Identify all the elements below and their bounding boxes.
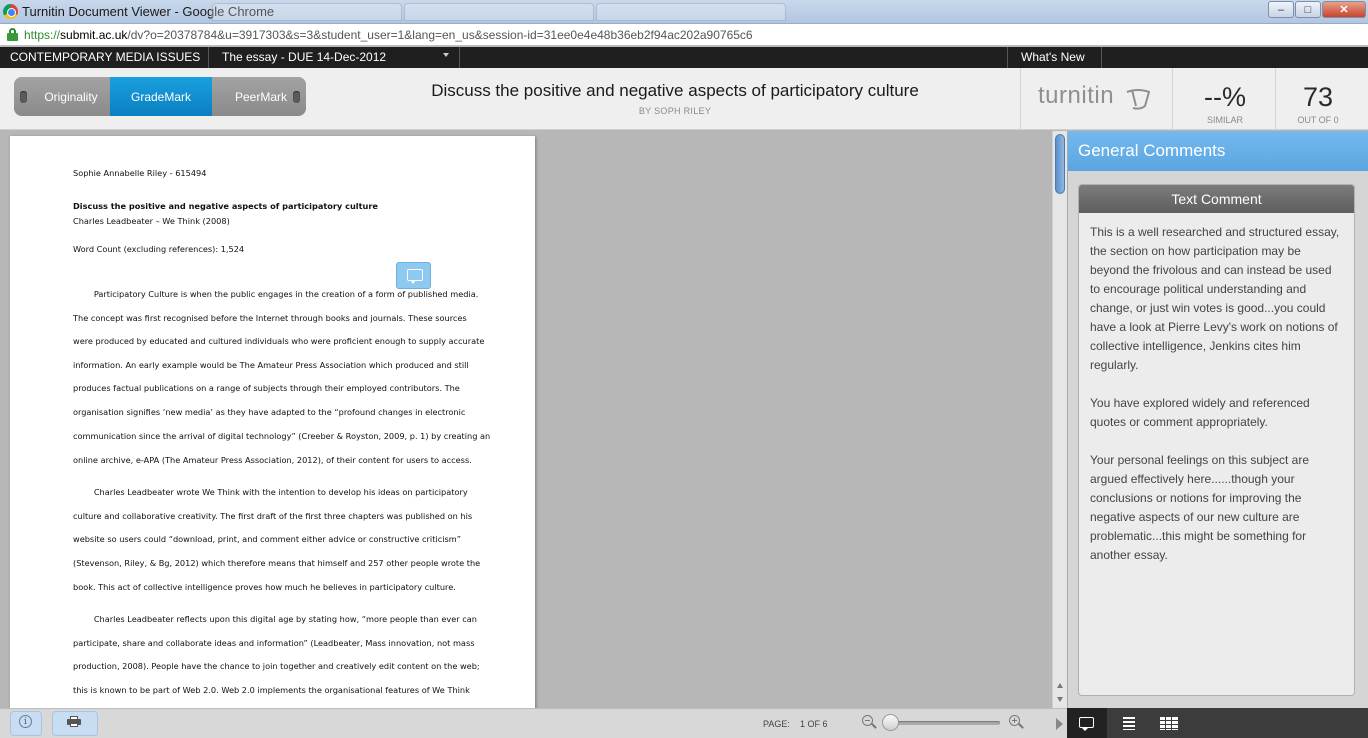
grade-out-of-label: OUT OF 0 — [1297, 115, 1339, 125]
panel-title: General Comments — [1068, 131, 1368, 171]
minimize-button[interactable]: – — [1268, 1, 1294, 18]
page-label: PAGE: — [763, 719, 790, 729]
expand-panel-icon[interactable] — [1056, 718, 1063, 730]
header-divider — [1020, 68, 1021, 130]
student-line: Sophie Annabelle Riley - 615494 — [73, 168, 207, 178]
comment-body: This is a well researched and structured… — [1079, 213, 1354, 594]
maximize-icon: □ — [1304, 3, 1312, 16]
zoom-slider-handle[interactable] — [882, 714, 899, 731]
close-button[interactable]: ✕ — [1322, 1, 1366, 18]
nav-divider — [1101, 47, 1102, 68]
bottom-toolbar: i PAGE: 1 OF 6 — [0, 708, 1067, 738]
document-scrollbar[interactable] — [1052, 131, 1067, 708]
print-icon — [67, 716, 81, 727]
text-comment-title: Text Comment — [1079, 185, 1354, 213]
scroll-down-icon[interactable] — [1057, 697, 1063, 702]
dropdown-arrow-icon[interactable] — [443, 53, 449, 57]
scroll-up-icon[interactable] — [1057, 683, 1063, 688]
nav-divider — [459, 47, 460, 68]
text-line: information. An early example would be T… — [73, 360, 469, 370]
grid-view-button[interactable] — [1149, 708, 1189, 738]
text-line: online archive, e-APA (The Amateur Press… — [73, 455, 472, 465]
mode-switch: Originality GradeMark PeerMark — [14, 77, 306, 116]
chrome-icon — [3, 4, 18, 19]
text-line: The concept was first recognised before … — [73, 313, 467, 323]
paper-title: Discuss the positive and negative aspect… — [431, 81, 919, 100]
minimize-icon: – — [1277, 3, 1285, 16]
comment-paragraph: This is a well researched and structured… — [1090, 225, 1340, 372]
similarity-label: SIMILAR — [1206, 115, 1243, 125]
text-line: (Stevenson, Riley, & Bg, 2012) which the… — [73, 558, 481, 568]
essay-subheading: Charles Leadbeater – We Think (2008) — [73, 216, 230, 226]
whats-new-link[interactable]: What's New — [1021, 50, 1085, 64]
tab-originality[interactable]: Originality — [14, 77, 110, 116]
text-line: participate, share and collaborate ideas… — [73, 638, 475, 648]
comment-marker-icon[interactable] — [396, 262, 431, 289]
text-line: book. This act of collective intelligenc… — [73, 582, 456, 592]
document-page[interactable]: Sophie Annabelle Riley - 615494 Discuss … — [10, 136, 535, 708]
list-view-button[interactable] — [1109, 708, 1149, 738]
text-line: Participatory Culture is when the public… — [73, 289, 479, 299]
text-line: organisation signifies ‘new media’ as th… — [73, 407, 466, 417]
document-viewer[interactable]: Sophie Annabelle Riley - 615494 Discuss … — [0, 131, 1052, 708]
text-line: Charles Leadbeater reflects upon this di… — [73, 614, 477, 624]
switch-knob — [20, 91, 27, 103]
nav-divider — [208, 47, 209, 68]
background-tab[interactable] — [596, 3, 786, 21]
zoom-slider[interactable] — [886, 721, 1000, 725]
text-line: culture and collaborative creativity. Th… — [73, 511, 473, 521]
lock-icon — [7, 28, 18, 41]
zoom-in-icon[interactable] — [1009, 715, 1024, 730]
text-line: were produced by educated and cultured i… — [73, 336, 485, 346]
info-icon: i — [19, 715, 32, 728]
essay-heading: Discuss the positive and negative aspect… — [73, 201, 378, 211]
assignment-selector[interactable]: The essay - DUE 14-Dec-2012 — [222, 50, 386, 64]
tab-grademark[interactable]: GradeMark — [110, 77, 212, 116]
grid-icon — [1160, 716, 1178, 730]
list-icon — [1123, 716, 1135, 730]
comments-view-button[interactable] — [1067, 708, 1107, 738]
tab-peermark[interactable]: PeerMark — [212, 77, 306, 116]
address-bar[interactable]: https://submit.ac.uk/dv?o=20378784&u=391… — [0, 24, 1368, 46]
text-line: produces factual publications on a range… — [73, 383, 460, 393]
background-tab[interactable] — [404, 3, 594, 21]
turnitin-logo-icon — [1126, 89, 1151, 110]
course-nav-bar: CONTEMPORARY MEDIA ISSUES The essay - DU… — [0, 47, 1368, 68]
panel-toolbar — [1067, 708, 1368, 738]
maximize-button[interactable]: □ — [1295, 1, 1321, 18]
background-tab[interactable] — [212, 3, 402, 21]
comment-paragraph: Your personal feelings on this subject a… — [1090, 453, 1310, 562]
viewer-header: Originality GradeMark PeerMark Discuss t… — [0, 68, 1368, 130]
comments-icon — [1079, 716, 1095, 731]
course-name[interactable]: CONTEMPORARY MEDIA ISSUES — [10, 50, 200, 64]
header-divider — [1275, 68, 1276, 130]
scrollbar-thumb[interactable] — [1055, 134, 1065, 194]
text-line: communication since the arrival of digit… — [73, 431, 491, 441]
similarity-score[interactable]: --% — [1180, 82, 1270, 113]
window-controls: – □ ✕ — [1268, 1, 1366, 18]
url-text[interactable]: https://submit.ac.uk/dv?o=20378784&u=391… — [24, 28, 753, 42]
browser-title-bar: Turnitin Document Viewer - Google Chrome… — [0, 0, 1368, 24]
turnitin-logo: turnitin — [1038, 82, 1115, 109]
switch-knob — [293, 91, 300, 103]
word-count: Word Count (excluding references): 1,524 — [73, 244, 245, 254]
text-line: website so users could “download, print,… — [73, 534, 461, 544]
page-count: 1 OF 6 — [800, 719, 828, 729]
text-line: Charles Leadbeater wrote We Think with t… — [73, 487, 468, 497]
text-line: this is known to be part of Web 2.0. Web… — [73, 685, 470, 695]
close-icon: ✕ — [1339, 4, 1349, 16]
header-divider — [1172, 68, 1173, 130]
text-comment-card[interactable]: Text Comment This is a well researched a… — [1078, 184, 1355, 696]
comment-paragraph: You have explored widely and referenced … — [1090, 396, 1310, 429]
grade-score[interactable]: 73 — [1278, 82, 1358, 113]
comments-panel: General Comments Text Comment This is a … — [1067, 131, 1368, 708]
nav-divider — [1007, 47, 1008, 68]
paper-author: BY SOPH RILEY — [638, 106, 712, 116]
zoom-out-icon[interactable] — [862, 715, 877, 730]
text-line: production, 2008). People have the chanc… — [73, 661, 480, 671]
